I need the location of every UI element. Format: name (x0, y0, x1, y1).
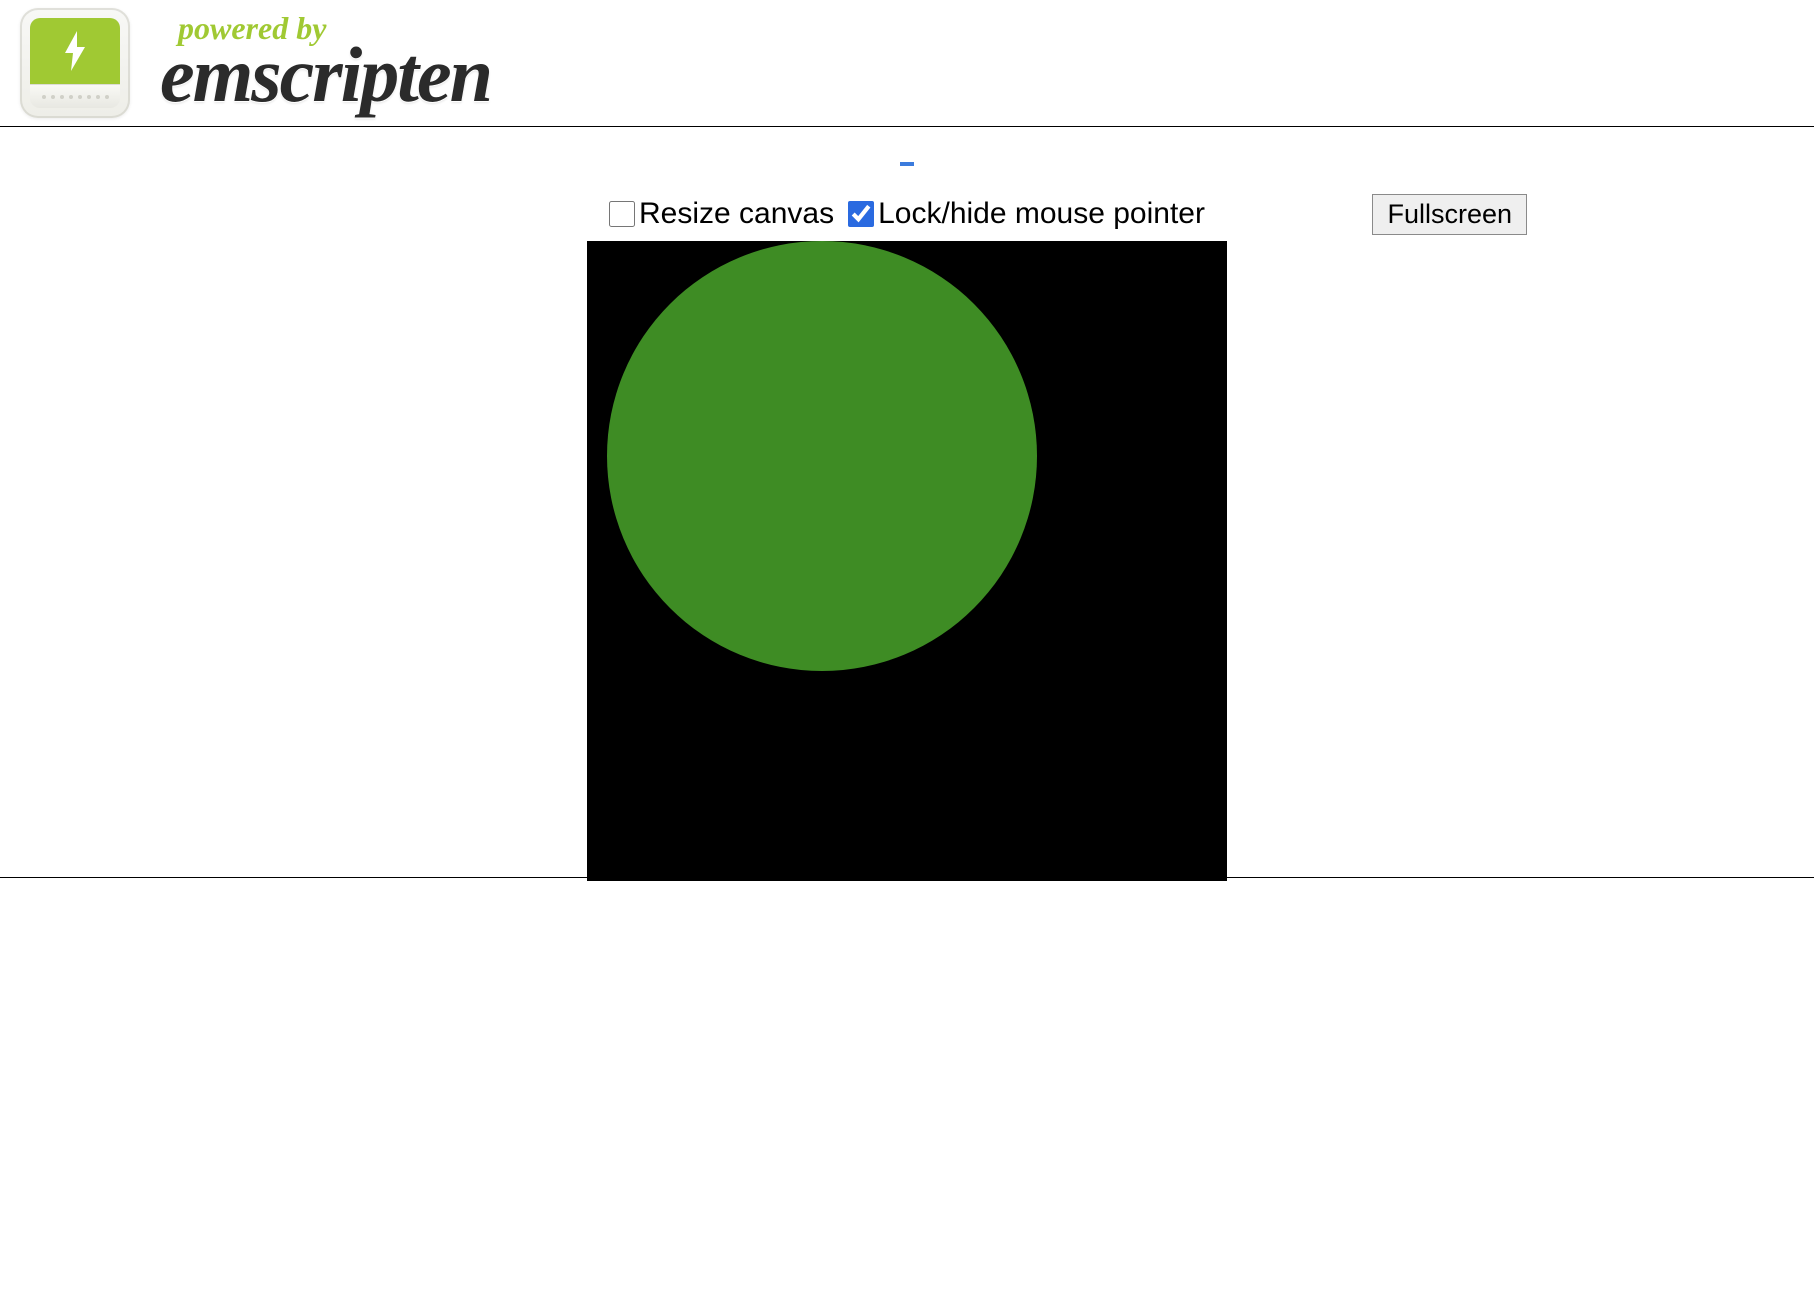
controls-row: Resize canvas Lock/hide mouse pointer Fu… (587, 197, 1227, 231)
lock-pointer-group: Lock/hide mouse pointer (848, 197, 1205, 231)
center-mark (900, 162, 914, 166)
resize-canvas-label[interactable]: Resize canvas (639, 197, 834, 231)
brand-name: emscripten (160, 36, 491, 114)
resize-canvas-group: Resize canvas (609, 197, 834, 231)
bolt-icon (59, 29, 91, 73)
rendered-circle (607, 241, 1037, 671)
lock-pointer-checkbox[interactable] (848, 201, 874, 227)
bottom-divider (0, 877, 1814, 878)
emscripten-logo (20, 8, 130, 118)
logo-lower (30, 84, 120, 108)
logo-upper (30, 18, 120, 84)
resize-canvas-checkbox[interactable] (609, 201, 635, 227)
content-area: Resize canvas Lock/hide mouse pointer Fu… (0, 127, 1814, 881)
header: powered by emscripten (0, 0, 1814, 126)
wordmark: powered by emscripten (160, 12, 491, 114)
fullscreen-button[interactable]: Fullscreen (1372, 194, 1527, 235)
lock-pointer-label[interactable]: Lock/hide mouse pointer (878, 197, 1205, 231)
canvas[interactable] (587, 241, 1227, 881)
